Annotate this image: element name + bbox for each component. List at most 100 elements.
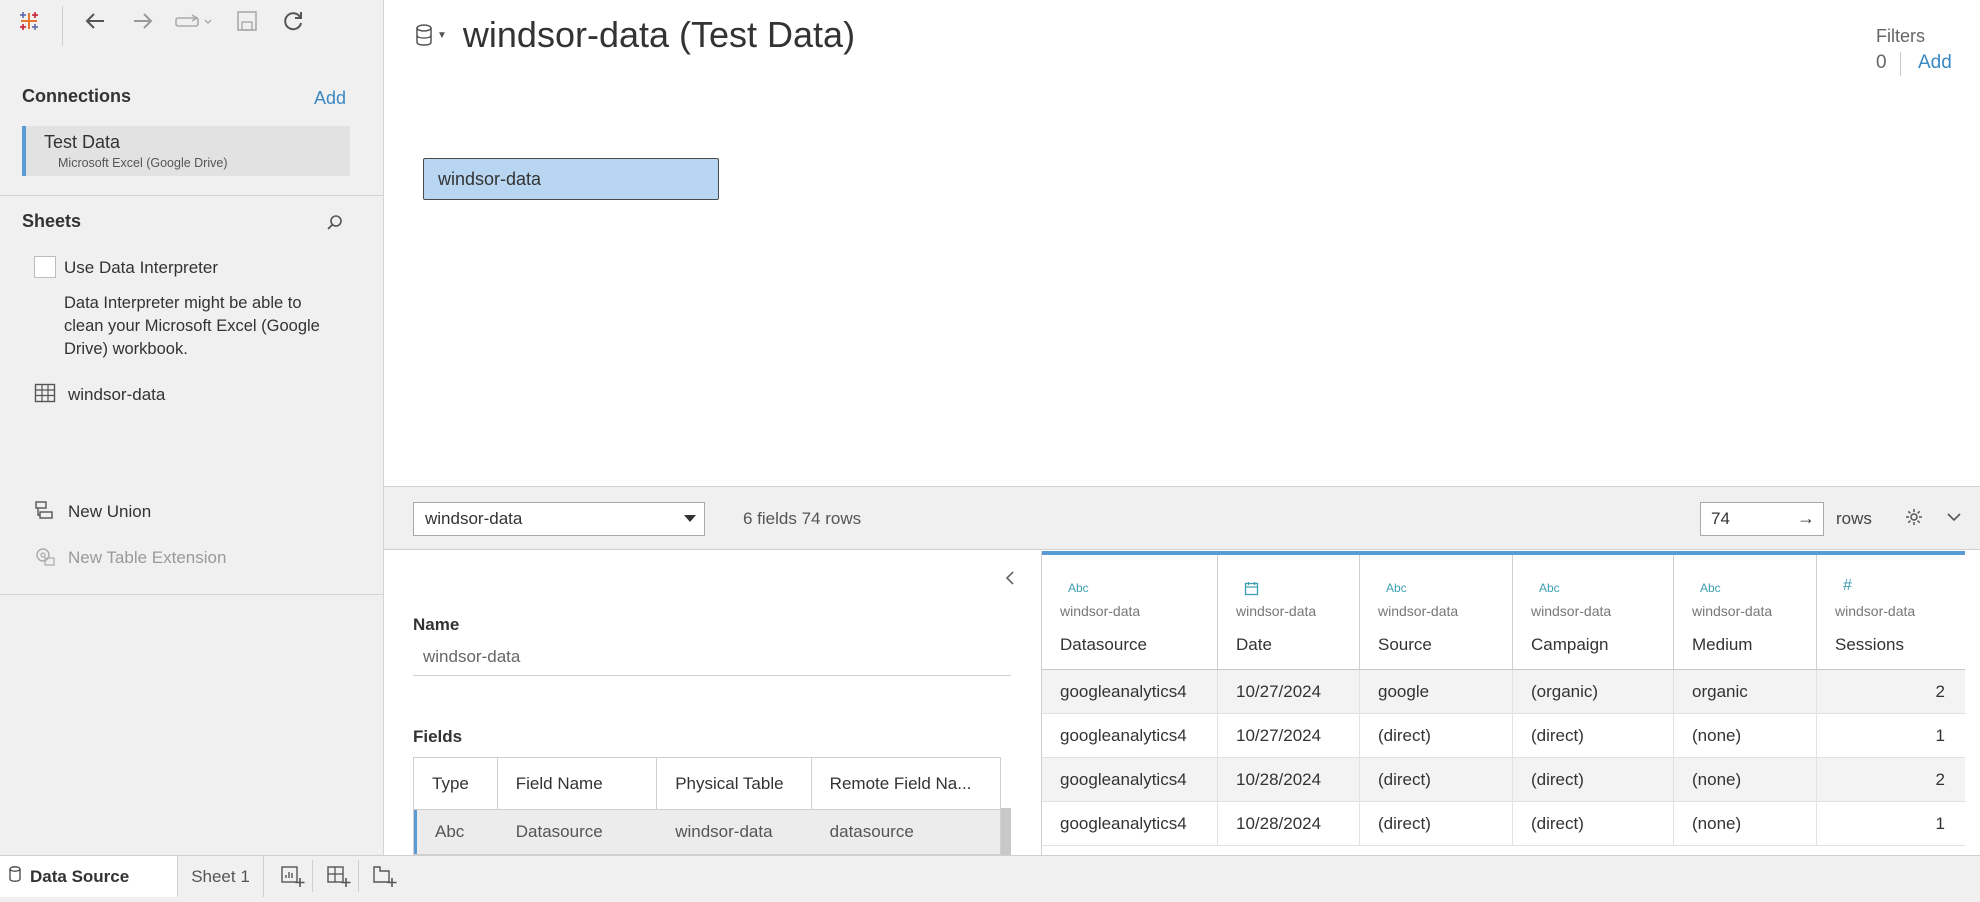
canvas-table-chip[interactable]: windsor-data — [423, 158, 719, 200]
cell-medium[interactable]: (none) — [1674, 714, 1817, 757]
chevron-down-icon: ▼ — [437, 29, 447, 41]
grid-column-datasource[interactable]: Abc windsor-data Datasource — [1042, 555, 1218, 669]
sheet-item-windsor-data[interactable]: windsor-data — [34, 383, 165, 407]
grid-column-campaign[interactable]: Abc windsor-data Campaign — [1513, 555, 1674, 669]
fields-table-header: Type Field Name Physical Table Remote Fi… — [414, 758, 1000, 810]
datasource-cylinder-icon[interactable]: ▼ — [414, 23, 447, 47]
fields-scrollbar[interactable] — [1001, 808, 1011, 855]
grid-column-sessions[interactable]: # windsor-data Sessions — [1817, 555, 1965, 669]
column-header-physical-table[interactable]: Physical Table — [657, 758, 812, 809]
fields-label: Fields — [413, 727, 463, 746]
cell-datasource[interactable]: googleanalytics4 — [1042, 670, 1218, 713]
new-worksheet-icon[interactable] — [278, 864, 308, 890]
dropdown-arrow-icon — [684, 515, 696, 522]
rows-count-value: 74 — [1711, 509, 1730, 528]
string-type-icon[interactable]: Abc — [1386, 581, 1407, 595]
cell-medium[interactable]: organic — [1674, 670, 1817, 713]
new-story-icon[interactable] — [370, 864, 400, 890]
grid-row[interactable]: googleanalytics4 10/27/2024 google (orga… — [1042, 670, 1965, 714]
cell-campaign[interactable]: (direct) — [1513, 802, 1674, 845]
section-divider — [0, 195, 384, 196]
column-header-type[interactable]: Type — [414, 758, 498, 809]
column-source: windsor-data — [1060, 603, 1141, 619]
connection-item-test-data[interactable]: Test Data Microsoft Excel (Google Drive) — [22, 126, 350, 176]
name-field[interactable]: windsor-data — [423, 647, 520, 667]
cell-source[interactable]: (direct) — [1360, 714, 1513, 757]
page-title[interactable]: windsor-data (Test Data) — [463, 14, 855, 56]
cell-sessions[interactable]: 1 — [1817, 714, 1965, 757]
column-source: windsor-data — [1531, 603, 1612, 619]
left-panel: Connections Add Test Data Microsoft Exce… — [0, 0, 384, 855]
cell-date[interactable]: 10/27/2024 — [1218, 670, 1360, 713]
collapse-chevron-left-icon[interactable] — [1004, 569, 1016, 592]
cell-source[interactable]: google — [1360, 670, 1513, 713]
cell-source[interactable]: (direct) — [1360, 758, 1513, 801]
save-icon[interactable] — [234, 8, 260, 34]
metadata-panel: Name windsor-data Fields Type Field Name… — [384, 551, 1041, 855]
grid-row[interactable]: googleanalytics4 10/27/2024 (direct) (di… — [1042, 714, 1965, 758]
cell-date[interactable]: 10/27/2024 — [1218, 714, 1360, 757]
chevron-down-icon[interactable] — [1942, 505, 1966, 529]
cell-sessions[interactable]: 1 — [1817, 802, 1965, 845]
filters-add-link[interactable]: Add — [1918, 52, 1952, 74]
grid-column-source[interactable]: Abc windsor-data Source — [1360, 555, 1513, 669]
column-name: Source — [1378, 635, 1432, 654]
number-type-icon[interactable]: # — [1843, 577, 1852, 595]
new-dashboard-icon[interactable] — [324, 864, 354, 890]
connections-add-link[interactable]: Add — [314, 88, 346, 109]
forward-arrow-icon[interactable] — [130, 8, 156, 34]
tab-data-source[interactable]: Data Source — [0, 856, 178, 897]
tableau-logo-icon[interactable] — [16, 8, 42, 34]
fields-table-row[interactable]: Abc Datasource windsor-data datasource — [414, 810, 1000, 854]
new-union-item[interactable]: New Union — [34, 500, 151, 524]
column-name: Medium — [1692, 635, 1753, 654]
cell-datasource[interactable]: googleanalytics4 — [1042, 758, 1218, 801]
cell-date[interactable]: 10/28/2024 — [1218, 758, 1360, 801]
cell-medium[interactable]: (none) — [1674, 758, 1817, 801]
cell-datasource[interactable]: googleanalytics4 — [1042, 714, 1218, 757]
tab-data-source-label: Data Source — [30, 866, 130, 886]
sheet-item-label: windsor-data — [68, 385, 166, 404]
column-name: Datasource — [1060, 635, 1147, 654]
cell-campaign[interactable]: (organic) — [1513, 670, 1674, 713]
tab-sheet-1[interactable]: Sheet 1 — [178, 856, 264, 897]
column-header-field-name[interactable]: Field Name — [498, 758, 658, 809]
sheets-title: Sheets — [22, 211, 82, 231]
cell-campaign[interactable]: (direct) — [1513, 758, 1674, 801]
use-data-interpreter-label[interactable]: Use Data Interpreter — [64, 258, 218, 278]
toolbar — [0, 0, 384, 46]
new-union-label: New Union — [68, 502, 152, 521]
new-table-extension-item[interactable]: New Table Extension — [34, 546, 226, 570]
back-arrow-icon[interactable] — [82, 8, 108, 34]
date-type-icon[interactable] — [1244, 581, 1259, 599]
sheets-search-icon[interactable] — [326, 214, 344, 237]
string-type-icon[interactable]: Abc — [1700, 581, 1721, 595]
sheet-tabs-bar: Data Source Sheet 1 — [0, 855, 1980, 902]
column-header-remote-field-name[interactable]: Remote Field Na... — [812, 758, 1000, 809]
string-type-icon[interactable]: Abc — [1068, 581, 1089, 595]
fields-rows-info: 6 fields 74 rows — [743, 509, 862, 528]
settings-gear-icon[interactable] — [1902, 505, 1926, 529]
table-select[interactable]: windsor-data — [413, 502, 705, 536]
toolbar-divider — [62, 6, 63, 46]
cell-medium[interactable]: (none) — [1674, 802, 1817, 845]
use-data-interpreter-checkbox[interactable] — [34, 256, 56, 278]
rows-count-input[interactable]: 74 → — [1700, 502, 1824, 536]
grid-row[interactable]: googleanalytics4 10/28/2024 (direct) (di… — [1042, 802, 1965, 846]
refresh-icon[interactable] — [280, 8, 306, 34]
cell-date[interactable]: 10/28/2024 — [1218, 802, 1360, 845]
redo-icon[interactable] — [172, 8, 216, 34]
grid-column-date[interactable]: windsor-data Date — [1218, 555, 1360, 669]
cell-datasource[interactable]: googleanalytics4 — [1042, 802, 1218, 845]
string-type-icon[interactable]: Abc — [1539, 581, 1560, 595]
cell-campaign[interactable]: (direct) — [1513, 714, 1674, 757]
grid-row[interactable]: googleanalytics4 10/28/2024 (direct) (di… — [1042, 758, 1965, 802]
cell-source[interactable]: (direct) — [1360, 802, 1513, 845]
apply-arrow-icon[interactable]: → — [1797, 508, 1815, 529]
grid-column-medium[interactable]: Abc windsor-data Medium — [1674, 555, 1817, 669]
tab-divider — [358, 860, 359, 892]
cell-sessions[interactable]: 2 — [1817, 758, 1965, 801]
section-divider — [0, 594, 384, 595]
table-grid-icon — [34, 383, 56, 408]
cell-sessions[interactable]: 2 — [1817, 670, 1965, 713]
